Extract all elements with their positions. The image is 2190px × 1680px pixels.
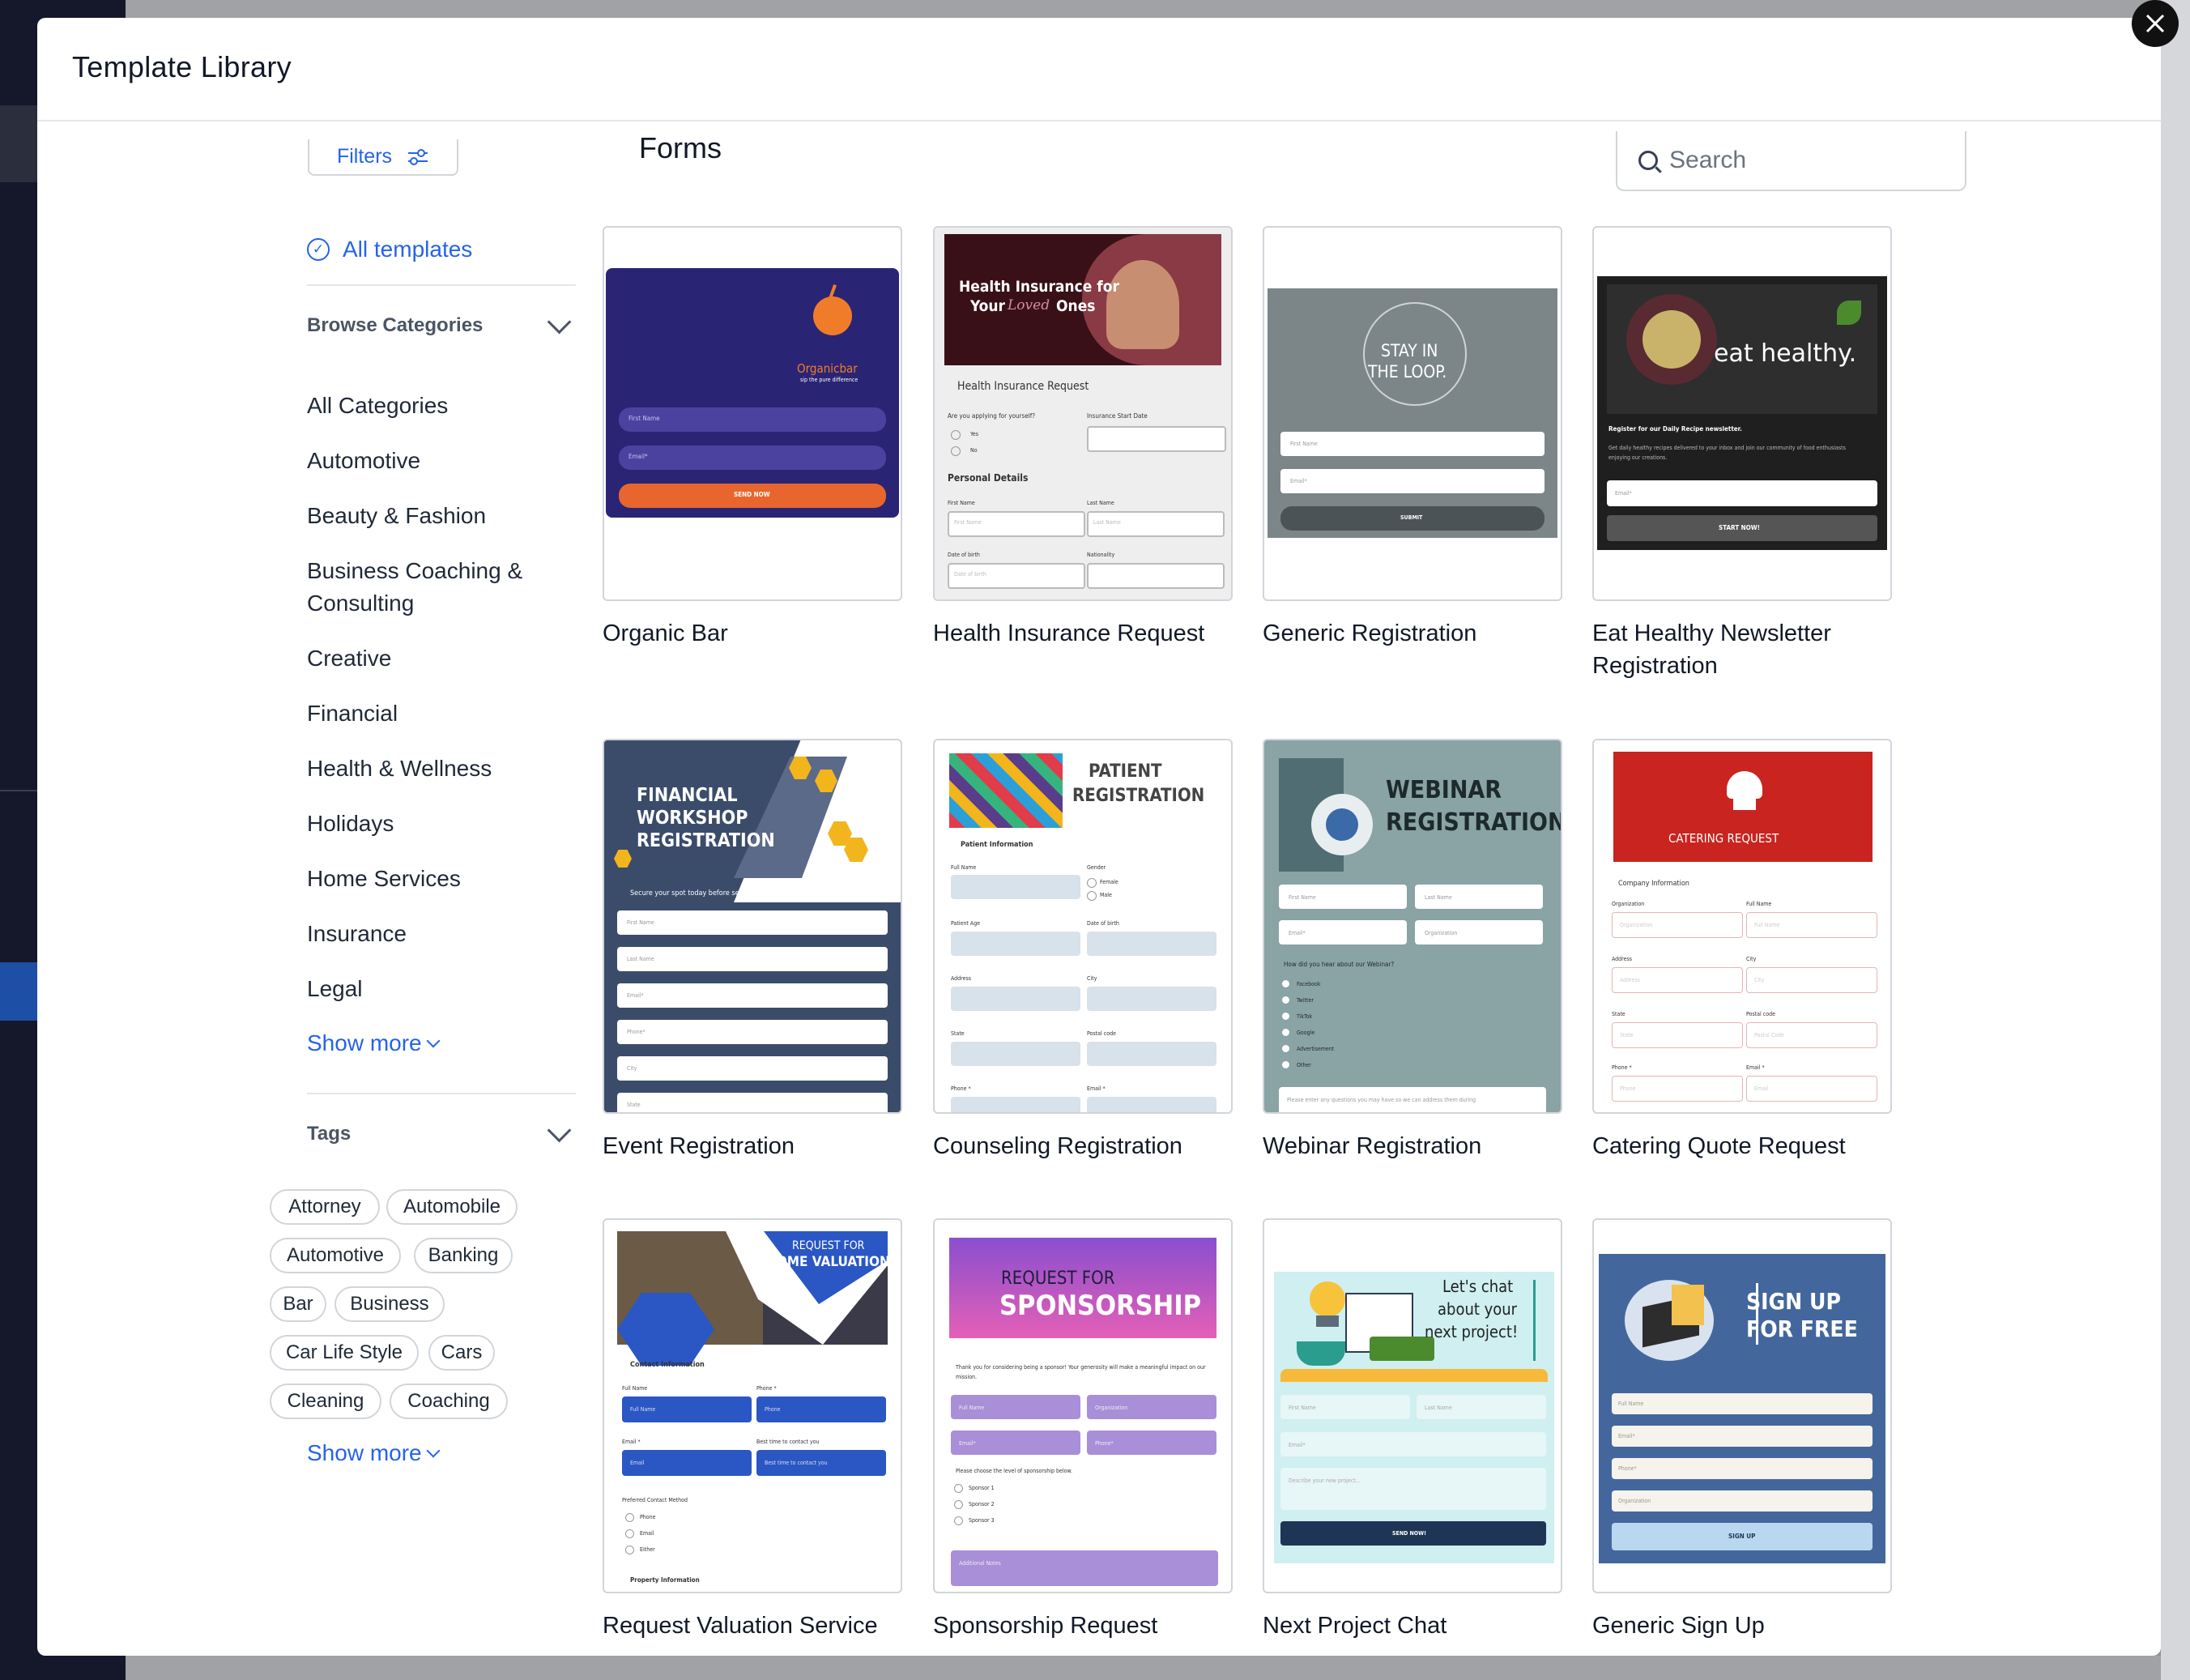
template-thumbnail: SIGN UP FOR FREE Full Name Email* Phone*… bbox=[1594, 1220, 1890, 1592]
template-card-next-project-chat[interactable]: Let's chat about your next project! Firs… bbox=[1263, 1218, 1562, 1593]
sliders-icon bbox=[408, 148, 428, 165]
category-holidays[interactable]: Holidays bbox=[307, 808, 566, 840]
tags-show-more[interactable]: Show more bbox=[307, 1440, 441, 1466]
template-name: Catering Quote Request bbox=[1592, 1133, 1846, 1159]
template-thumbnail: WEBINAR REGISTRATION First Name Last Nam… bbox=[1264, 740, 1561, 1112]
tag-cars[interactable]: Cars bbox=[428, 1335, 495, 1371]
tag-banking[interactable]: Banking bbox=[414, 1238, 513, 1273]
categories-show-more[interactable]: Show more bbox=[307, 1030, 441, 1056]
browse-categories-heading: Browse Categories bbox=[307, 314, 484, 336]
template-name: Sponsorship Request bbox=[933, 1613, 1158, 1639]
template-name: Health Insurance Request bbox=[933, 620, 1205, 646]
chevron-down-icon bbox=[547, 1118, 572, 1142]
template-card-counseling-registration[interactable]: PATIENT REGISTRATION Patient Information… bbox=[933, 739, 1233, 1114]
close-icon bbox=[2145, 14, 2165, 33]
template-name: Eat Healthy Newsletter Registration bbox=[1592, 620, 1831, 679]
template-thumbnail: CATERING REQUEST Company Information Org… bbox=[1594, 740, 1890, 1112]
template-name: Request Valuation Service bbox=[603, 1613, 878, 1639]
template-thumbnail: PATIENT REGISTRATION Patient Information… bbox=[935, 740, 1231, 1112]
template-card-eat-healthy-newsletter[interactable]: eat healthy. Register for our Daily Reci… bbox=[1592, 226, 1892, 601]
chevron-down-icon bbox=[426, 1443, 441, 1458]
template-name: Event Registration bbox=[603, 1133, 795, 1159]
background-app-panel bbox=[2161, 0, 2190, 1680]
category-legal[interactable]: Legal bbox=[307, 973, 566, 1005]
template-card-organic-bar[interactable]: Organicbar sip the pure difference First… bbox=[603, 226, 902, 601]
divider bbox=[307, 1093, 576, 1094]
template-card-generic-sign-up[interactable]: SIGN UP FOR FREE Full Name Email* Phone*… bbox=[1592, 1218, 1892, 1593]
template-thumbnail: STAY IN THE LOOP. First Name Email* SUBM… bbox=[1264, 228, 1561, 599]
template-thumbnail: eat healthy. Register for our Daily Reci… bbox=[1594, 228, 1890, 599]
template-library-modal: Template Library Filters ✓ All templates… bbox=[37, 18, 2161, 1656]
show-more-label: Show more bbox=[307, 1030, 422, 1055]
check-circle-icon: ✓ bbox=[307, 238, 330, 261]
template-card-health-insurance-request[interactable]: Health Insurance for Your Loved Ones Hea… bbox=[933, 226, 1233, 601]
template-card-webinar-registration[interactable]: WEBINAR REGISTRATION First Name Last Nam… bbox=[1263, 739, 1562, 1114]
search-input[interactable]: Search bbox=[1616, 131, 1966, 191]
category-financial[interactable]: Financial bbox=[307, 697, 566, 730]
template-thumbnail: REQUEST FOR HOME VALUATION Contact Infor… bbox=[604, 1220, 901, 1592]
tag-automobile[interactable]: Automobile bbox=[386, 1189, 518, 1225]
browse-categories-toggle[interactable]: Browse Categories bbox=[307, 309, 576, 337]
category-home-services[interactable]: Home Services bbox=[307, 863, 566, 895]
chevron-down-icon bbox=[426, 1034, 441, 1048]
tag-attorney[interactable]: Attorney bbox=[270, 1189, 380, 1225]
template-name: Counseling Registration bbox=[933, 1133, 1182, 1159]
chevron-down-icon bbox=[547, 309, 572, 334]
category-health-wellness[interactable]: Health & Wellness bbox=[307, 753, 566, 785]
divider bbox=[307, 284, 576, 286]
template-thumbnail: Organicbar sip the pure difference First… bbox=[604, 228, 901, 599]
template-card-generic-registration[interactable]: STAY IN THE LOOP. First Name Email* SUBM… bbox=[1263, 226, 1562, 601]
category-all-categories[interactable]: All Categories bbox=[307, 390, 566, 422]
show-more-label: Show more bbox=[307, 1440, 422, 1465]
category-automotive[interactable]: Automotive bbox=[307, 445, 566, 477]
tag-automotive[interactable]: Automotive bbox=[270, 1238, 401, 1273]
template-card-request-valuation-service[interactable]: REQUEST FOR HOME VALUATION Contact Infor… bbox=[603, 1218, 902, 1593]
tags-toggle[interactable]: Tags bbox=[307, 1118, 576, 1145]
tag-cleaning[interactable]: Cleaning bbox=[270, 1384, 381, 1419]
category-insurance[interactable]: Insurance bbox=[307, 918, 566, 950]
template-name: Next Project Chat bbox=[1263, 1613, 1447, 1639]
modal-title: Template Library bbox=[72, 50, 292, 83]
template-thumbnail: REQUEST FOR SPONSORSHIP Thank you for co… bbox=[935, 1220, 1231, 1592]
background-app-header bbox=[126, 0, 2161, 18]
tag-coaching[interactable]: Coaching bbox=[390, 1384, 508, 1419]
template-thumbnail: FINANCIAL WORKSHOP REGISTRATION Secure y… bbox=[604, 740, 901, 1112]
category-business-coaching[interactable]: Business Coaching & Consulting bbox=[307, 555, 566, 620]
template-card-event-registration[interactable]: FINANCIAL WORKSHOP REGISTRATION Secure y… bbox=[603, 739, 902, 1114]
template-card-sponsorship-request[interactable]: REQUEST FOR SPONSORSHIP Thank you for co… bbox=[933, 1218, 1233, 1593]
all-templates-link[interactable]: ✓ All templates bbox=[307, 237, 472, 262]
template-thumbnail: Let's chat about your next project! Firs… bbox=[1264, 1220, 1561, 1592]
close-icon-button[interactable] bbox=[2132, 0, 2179, 47]
filters-button[interactable]: Filters bbox=[308, 139, 458, 176]
tags-heading: Tags bbox=[307, 1123, 352, 1145]
template-thumbnail: Health Insurance for Your Loved Ones Hea… bbox=[935, 228, 1231, 599]
template-name: Organic Bar bbox=[603, 620, 728, 646]
filters-label: Filters bbox=[336, 145, 393, 168]
modal-header: Template Library bbox=[37, 18, 2161, 122]
background-app-footer bbox=[126, 1656, 2161, 1680]
template-name: Webinar Registration bbox=[1263, 1133, 1482, 1159]
tag-business[interactable]: Business bbox=[334, 1286, 445, 1322]
section-title: Forms bbox=[639, 131, 722, 164]
search-placeholder: Search bbox=[1669, 147, 1747, 173]
category-creative[interactable]: Creative bbox=[307, 642, 566, 675]
category-beauty-fashion[interactable]: Beauty & Fashion bbox=[307, 500, 566, 532]
all-templates-label: All templates bbox=[343, 237, 473, 262]
template-name: Generic Registration bbox=[1263, 620, 1477, 646]
tag-car-life-style[interactable]: Car Life Style bbox=[270, 1335, 419, 1371]
template-name: Generic Sign Up bbox=[1592, 1613, 1765, 1639]
search-icon bbox=[1638, 151, 1658, 170]
tag-bar[interactable]: Bar bbox=[270, 1286, 326, 1322]
template-card-catering-quote-request[interactable]: CATERING REQUEST Company Information Org… bbox=[1592, 739, 1892, 1114]
